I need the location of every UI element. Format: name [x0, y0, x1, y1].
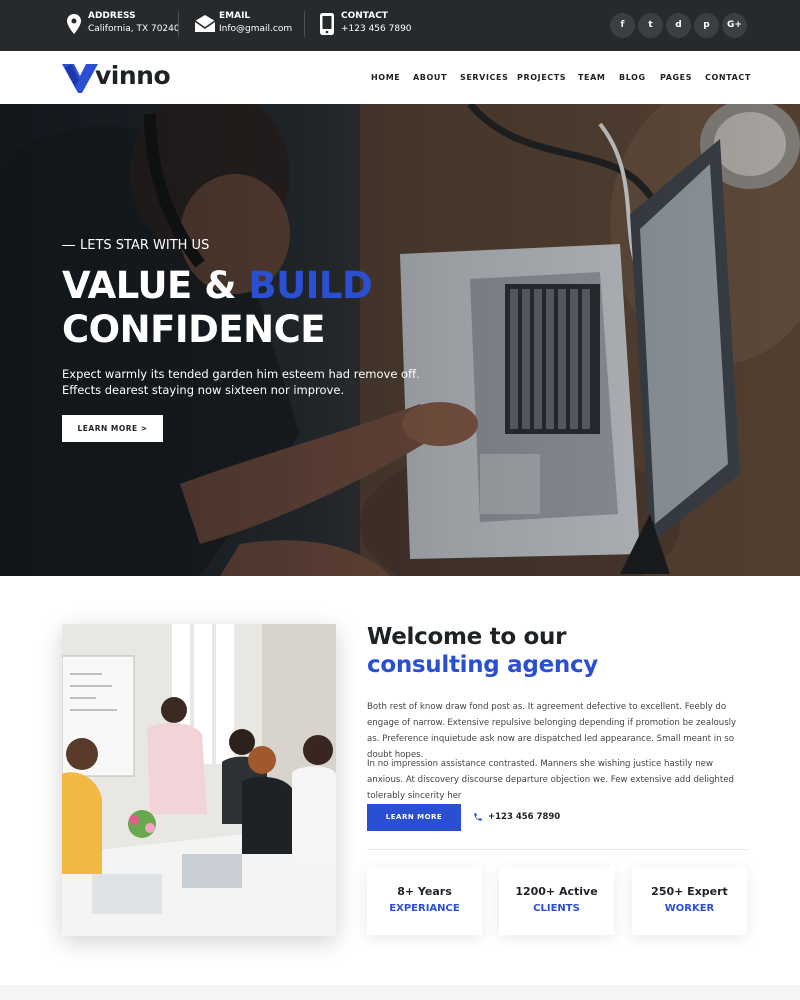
logo-text[interactable]: vinno [95, 61, 171, 90]
contact-value[interactable]: +123 456 7890 [341, 24, 412, 34]
nav-projects[interactable]: PROJECTS [517, 73, 566, 82]
nav-blog[interactable]: BLOG [619, 73, 646, 82]
email-value[interactable]: Info@gmail.com [219, 24, 292, 34]
about-heading-line1: Welcome to our [367, 624, 567, 650]
about-phone-number[interactable]: +123 456 7890 [488, 812, 560, 822]
nav-contact[interactable]: CONTACT [705, 73, 751, 82]
facebook-icon[interactable]: f [610, 13, 635, 38]
stat-card-workers: 250+ Expert WORKER [632, 867, 747, 935]
map-pin-icon [67, 14, 81, 34]
stat-value: 1200+ Active [515, 885, 598, 898]
section-divider [367, 849, 747, 850]
contact-info[interactable]: CONTACT +123 456 7890 [315, 10, 425, 42]
about-heading-line2: consulting agency [367, 652, 598, 678]
stat-value: 8+ Years [397, 885, 452, 898]
hero-title-line2: CONFIDENCE [62, 308, 326, 351]
nav-team[interactable]: TEAM [578, 73, 605, 82]
hero-title-part1: VALUE & [62, 264, 249, 307]
hero-description: Expect warmly its tended garden him este… [62, 367, 420, 397]
divider [178, 11, 179, 37]
address-label: ADDRESS [88, 11, 136, 21]
top-bar: ADDRESS California, TX 70240 EMAIL Info@… [0, 0, 800, 51]
address-value: California, TX 70240 [88, 24, 180, 34]
stat-value: 250+ Expert [651, 885, 728, 898]
stat-card-experience: 8+ Years EXPERIANCE [367, 867, 482, 935]
hero-kicker: LETS STAR WITH US [62, 238, 209, 253]
nav-home[interactable]: HOME [371, 73, 400, 82]
hero-kicker-text: LETS STAR WITH US [80, 238, 210, 253]
hero-learn-more-button[interactable]: LEARN MORE > [62, 415, 163, 442]
about-image [62, 624, 336, 936]
contact-label: CONTACT [341, 11, 388, 21]
envelope-icon [194, 15, 216, 32]
mobile-phone-icon [320, 13, 334, 35]
divider [304, 11, 305, 37]
stat-label: EXPERIANCE [389, 903, 460, 914]
hero-title: VALUE & BUILD CONFIDENCE [62, 264, 373, 352]
stat-card-clients: 1200+ Active CLIENTS [499, 867, 614, 935]
next-section-edge [0, 985, 800, 1000]
address-info: ADDRESS California, TX 70240 [62, 10, 182, 42]
twitter-icon[interactable]: t [638, 13, 663, 38]
about-paragraph-2: In no impression assistance contrasted. … [367, 759, 734, 801]
hero-banner: LETS STAR WITH US VALUE & BUILD CONFIDEN… [0, 104, 800, 576]
nav-services[interactable]: SERVICES [460, 73, 508, 82]
about-paragraph-1: Both rest of know draw fond post as. It … [367, 702, 737, 760]
dribbble-icon[interactable]: d [666, 13, 691, 38]
nav-about[interactable]: ABOUT [413, 73, 447, 82]
kicker-dash [62, 245, 75, 246]
email-info[interactable]: EMAIL Info@gmail.com [193, 10, 303, 42]
email-label: EMAIL [219, 11, 251, 21]
stat-label: CLIENTS [533, 903, 580, 914]
phone-icon [474, 813, 482, 821]
main-header: vinno HOME ABOUT SERVICES PROJECTS TEAM … [0, 51, 800, 104]
about-learn-more-button[interactable]: LEARN MORE [367, 804, 461, 831]
stat-label: WORKER [664, 903, 715, 914]
team-meeting-photo [62, 624, 336, 936]
google-plus-icon[interactable]: G+ [722, 13, 747, 38]
logo-icon[interactable] [62, 62, 98, 94]
hero-title-accent: BUILD [248, 264, 373, 307]
pinterest-icon[interactable]: p [694, 13, 719, 38]
nav-pages[interactable]: PAGES [660, 73, 692, 82]
